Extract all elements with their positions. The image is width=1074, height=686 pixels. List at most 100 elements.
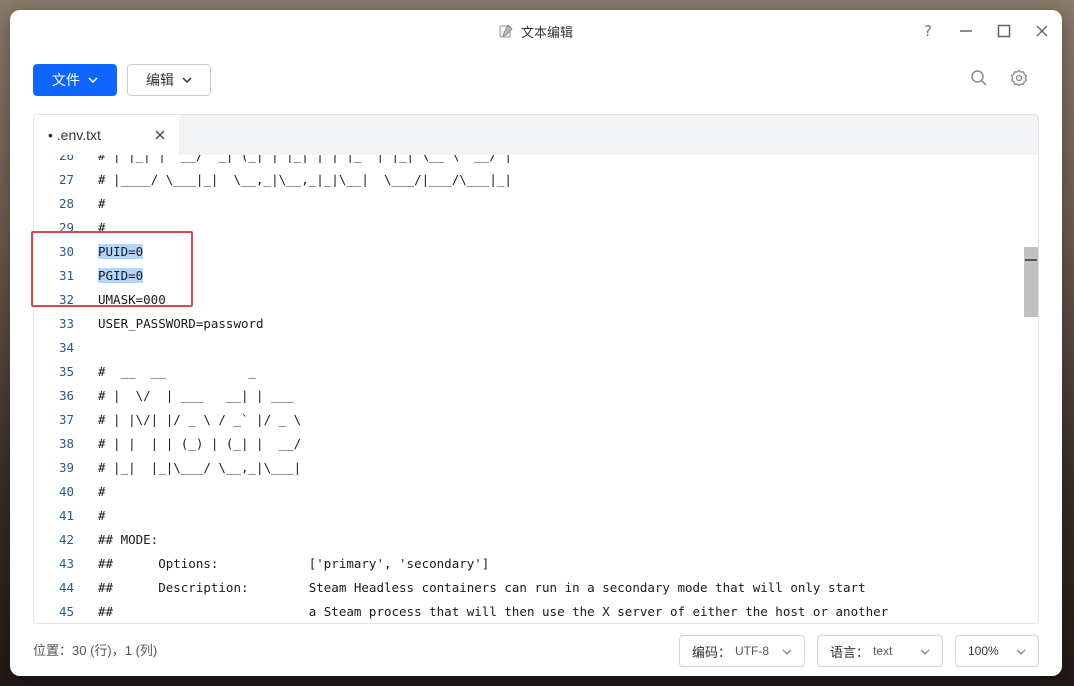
line-number: 28 [58,195,74,211]
edit-menu-label: 编辑 [146,72,174,88]
scroll-thumb[interactable] [1024,247,1038,317]
code-line: 42 ## MODE: [34,527,1018,551]
line-text: ## MODE: [98,531,159,547]
chevron-down-icon [920,649,930,655]
line-number: 37 [58,411,74,427]
line-number: 27 [58,171,74,187]
window-controls: ? [920,10,1050,52]
toolbar: 文件 编辑 [10,52,1062,108]
code-line: 37 # | |\/| |/ _ \ / _` |/ _ \ [34,407,1018,431]
line-text: UMASK=000 [98,291,166,307]
code-line: 31 PGID=0 [34,263,1018,287]
code-line: 36 # | \/ | ___ __| | ___ [34,383,1018,407]
title-bar: 文本编辑 ? [10,10,1062,52]
code-line: 32 UMASK=000 [34,287,1018,311]
zoom-select[interactable]: 100% [955,635,1039,667]
gear-icon[interactable] [1010,69,1028,92]
code-line: 35 # __ __ _ [34,359,1018,383]
code-line: 39 # |_| |_|\___/ \__,_|\___| [34,455,1018,479]
line-text: # | | | | (_) | (_| | __/ [98,435,302,451]
code-line: 27 # |____/ \___|_| \__,_|\__,_|_|\__| \_… [34,167,1018,191]
line-number: 44 [58,579,74,595]
code-lines: 26 # | |_| | __/ _| (_| | |_| | | |_ | |_… [34,155,1018,623]
line-text: # |_| |_|\___/ \__,_|\___| [98,459,302,475]
file-menu-label: 文件 [52,72,80,88]
line-number: 40 [58,483,74,499]
window-title: 文本编辑 [520,24,573,40]
toolbar-icons [970,52,1028,108]
code-line: 43 ## Options: ['primary', 'secondary'] [34,551,1018,575]
line-text: USER_PASSWORD=password [98,315,264,331]
editor-panel: • .env.txt 26 # | |_| | __/ _| (_| | |_| … [33,114,1039,624]
line-number: 32 [58,291,74,307]
code-line: 45 ## a Steam process that will then use … [34,599,1018,623]
code-line: 40 # [34,479,1018,503]
close-icon[interactable] [153,128,167,142]
line-number: 43 [58,555,74,571]
line-number: 26 [58,155,74,163]
line-text: # |____/ \___|_| \__,_|\__,_|_|\__| \___… [98,171,512,187]
line-text: # [98,483,106,499]
line-text: ## Options: ['primary', 'secondary'] [98,555,490,571]
file-menu-button[interactable]: 文件 [33,64,117,96]
scroll-position-marker [1025,259,1037,261]
code-line: 33 USER_PASSWORD=password [34,311,1018,335]
svg-text:?: ? [924,23,932,39]
line-text: ## a Steam process that will then use th… [98,603,889,619]
help-icon[interactable]: ? [920,23,936,39]
line-text: # [98,195,106,211]
line-number: 38 [58,435,74,451]
line-number: 34 [58,339,74,355]
line-text: # __ __ _ [98,363,257,379]
close-icon[interactable] [1034,23,1050,39]
app-window: 文本编辑 ? 文件 编辑 • .env.txt 26 # | |_| | __/… [10,10,1062,676]
tab-bar: • .env.txt [34,115,1038,155]
line-number: 31 [58,267,74,283]
maximize-icon[interactable] [996,23,1012,39]
chevron-down-icon [182,77,192,83]
search-icon[interactable] [970,69,988,92]
language-label: 语言： [830,644,870,660]
encoding-value: UTF-8 [735,644,770,658]
minimize-icon[interactable] [958,23,974,39]
code-line: 29 # [34,215,1018,239]
code-line: 44 ## Description: Steam Headless contain… [34,575,1018,599]
line-number: 41 [58,507,74,523]
line-text: # | |_| | __/ _| (_| | |_| | | |_ | |_| … [98,155,512,163]
line-text: # | |\/| |/ _ \ / _` |/ _ \ [98,411,302,427]
language-select[interactable]: 语言： text [817,635,943,667]
chevron-down-icon [88,77,98,83]
line-text: PGID=0 [98,267,144,283]
code-line: 30 PUID=0 [34,239,1018,263]
line-text: # | \/ | ___ __| | ___ [98,387,294,403]
cursor-position: 位置：30 (行)，1 (列) [33,643,158,658]
line-number: 29 [58,219,74,235]
line-number: 33 [58,315,74,331]
line-text: ## Description: Steam Headless container… [98,579,866,595]
title-wrap: 文本编辑 [499,22,573,41]
code-line: 28 # [34,191,1018,215]
chevron-down-icon [782,649,792,655]
line-number: 39 [58,459,74,475]
tab-env-file[interactable]: • .env.txt [34,115,179,155]
language-value: text [873,644,893,658]
line-number: 36 [58,387,74,403]
encoding-label: 编码： [692,644,732,660]
line-number: 35 [58,363,74,379]
status-bar: 位置：30 (行)，1 (列) 编码： UTF-8 语言： text 100% [10,624,1062,676]
chevron-down-icon [1016,649,1026,655]
encoding-select[interactable]: 编码： UTF-8 [679,635,805,667]
line-text: # [98,219,106,235]
code-line: 26 # | |_| | __/ _| (_| | |_| | | |_ | |_… [34,155,1018,167]
line-number: 42 [58,531,74,547]
notepad-icon [499,24,513,38]
vertical-scrollbar[interactable] [1024,155,1038,623]
edit-menu-button[interactable]: 编辑 [127,64,211,96]
line-number: 30 [58,243,74,259]
tab-label: • .env.txt [48,127,101,143]
line-text: # [98,507,106,523]
code-area[interactable]: 26 # | |_| | __/ _| (_| | |_| | | |_ | |_… [34,155,1038,623]
code-line: 38 # | | | | (_) | (_| | __/ [34,431,1018,455]
code-line: 41 # [34,503,1018,527]
zoom-value: 100% [968,644,999,658]
